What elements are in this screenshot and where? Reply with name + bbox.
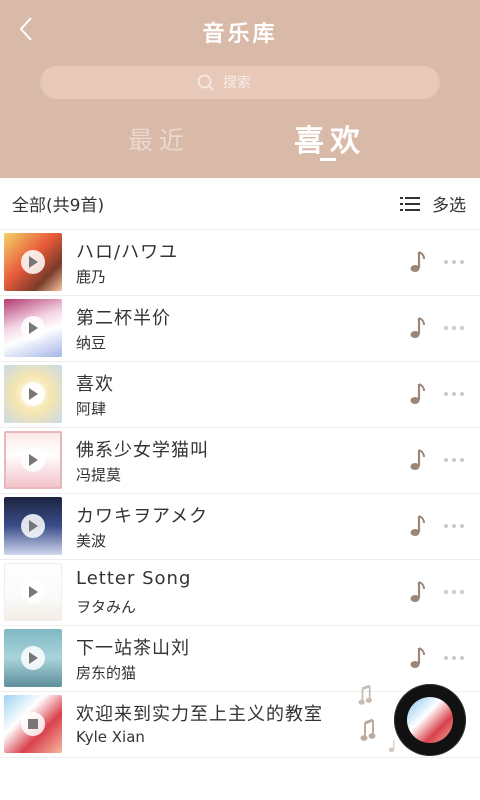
music-note-icon xyxy=(360,718,376,741)
song-row[interactable]: 喜欢 阿肆 xyxy=(0,362,480,428)
song-row[interactable]: ハロ/ハワユ 鹿乃 xyxy=(0,230,480,296)
album-cover[interactable] xyxy=(4,233,62,291)
song-row[interactable]: Letter Song ヲタみん xyxy=(0,560,480,626)
song-list: ハロ/ハワユ 鹿乃 第二杯半价 纳豆 喜欢 阿肆 佛系少女学猫叫 冯提莫 カワキ… xyxy=(0,230,480,758)
music-note-icon[interactable] xyxy=(406,514,426,538)
pause-icon[interactable] xyxy=(21,712,45,736)
album-cover[interactable] xyxy=(4,299,62,357)
more-dots-icon[interactable] xyxy=(444,650,468,666)
album-cover[interactable] xyxy=(4,497,62,555)
play-icon[interactable] xyxy=(21,382,45,406)
tab-active-indicator xyxy=(320,158,336,161)
song-artist: 纳豆 xyxy=(76,334,107,352)
music-note-icon[interactable] xyxy=(406,580,426,604)
song-title: 佛系少女学猫叫 xyxy=(76,440,209,461)
song-artist: 美波 xyxy=(76,532,107,550)
tab-recent[interactable]: 最近 xyxy=(128,121,190,157)
song-artist: 房东的猫 xyxy=(76,664,137,682)
play-icon[interactable] xyxy=(21,514,45,538)
tab-bar: 最近 喜欢 xyxy=(0,112,480,172)
more-dots-icon[interactable] xyxy=(444,254,468,270)
list-icon xyxy=(400,196,420,211)
song-count-label: 全部(共9首) xyxy=(12,196,105,216)
song-artist: 鹿乃 xyxy=(76,268,107,286)
music-note-icon xyxy=(388,740,395,752)
album-cover[interactable] xyxy=(4,431,62,489)
more-dots-icon[interactable] xyxy=(444,320,468,336)
more-dots-icon[interactable] xyxy=(444,386,468,402)
search-icon xyxy=(197,74,215,92)
album-cover[interactable] xyxy=(4,629,62,687)
song-row[interactable]: 第二杯半价 纳豆 xyxy=(0,296,480,362)
album-cover[interactable] xyxy=(4,695,62,753)
search-bar[interactable] xyxy=(40,66,440,99)
tab-liked[interactable]: 喜欢 xyxy=(294,116,366,160)
now-playing-vinyl[interactable] xyxy=(394,684,466,756)
music-note-icon[interactable] xyxy=(406,250,426,274)
multi-select-button[interactable]: 多选 xyxy=(400,191,466,216)
multi-select-label: 多选 xyxy=(432,196,466,216)
list-header: 全部(共9首) 多选 xyxy=(0,178,480,230)
song-title: 欢迎来到实力至上主义的教室 xyxy=(76,704,323,725)
play-icon[interactable] xyxy=(21,646,45,670)
page-title: 音乐库 xyxy=(202,22,278,47)
song-title: ハロ/ハワユ xyxy=(76,242,179,263)
play-icon[interactable] xyxy=(21,580,45,604)
music-note-icon xyxy=(358,684,372,705)
music-note-icon[interactable] xyxy=(406,646,426,670)
song-artist: Kyle Xian xyxy=(76,728,145,746)
vinyl-record-icon xyxy=(407,697,453,743)
song-artist: 冯提莫 xyxy=(76,466,122,484)
play-icon[interactable] xyxy=(21,316,45,340)
song-row[interactable]: カワキヲアメク 美波 xyxy=(0,494,480,560)
music-note-icon[interactable] xyxy=(406,448,426,472)
song-artist: 阿肆 xyxy=(76,400,107,418)
more-dots-icon[interactable] xyxy=(444,452,468,468)
album-cover[interactable] xyxy=(4,563,62,621)
song-row[interactable]: 佛系少女学猫叫 冯提莫 xyxy=(0,428,480,494)
song-title: Letter Song xyxy=(76,568,192,589)
album-cover[interactable] xyxy=(4,365,62,423)
search-input[interactable] xyxy=(223,74,283,91)
song-title: 下一站茶山刘 xyxy=(76,638,190,659)
play-icon[interactable] xyxy=(21,448,45,472)
music-note-icon[interactable] xyxy=(406,316,426,340)
song-title: 第二杯半价 xyxy=(76,308,171,329)
song-title: 喜欢 xyxy=(76,374,114,395)
more-dots-icon[interactable] xyxy=(444,584,468,600)
play-icon[interactable] xyxy=(21,250,45,274)
header: 音乐库 最近 喜欢 xyxy=(0,0,480,178)
song-title: カワキヲアメク xyxy=(76,506,209,527)
song-artist: ヲタみん xyxy=(76,598,137,616)
more-dots-icon[interactable] xyxy=(444,518,468,534)
song-row[interactable]: 下一站茶山刘 房东的猫 xyxy=(0,626,480,692)
music-note-icon[interactable] xyxy=(406,382,426,406)
